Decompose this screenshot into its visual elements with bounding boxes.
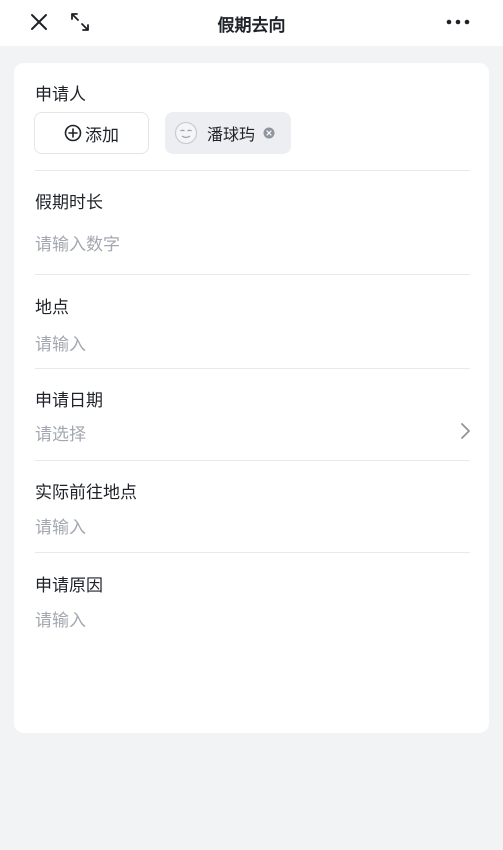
top-bar: 假期去向 <box>0 0 503 46</box>
actual-location-input[interactable]: 请输入 <box>35 513 86 538</box>
remove-applicant-button[interactable] <box>263 127 275 139</box>
close-button[interactable] <box>26 9 52 35</box>
plus-circle-icon <box>64 124 82 142</box>
divider <box>35 552 470 553</box>
form-card: 申请人 添加 潘球玙 假期时长 请输入数字 地点 请输入 申请日期 请选择 实际… <box>14 63 489 733</box>
remove-icon <box>263 127 275 139</box>
apply-date-picker[interactable]: 请选择 <box>35 420 86 445</box>
more-icon <box>446 19 470 25</box>
duration-input[interactable]: 请输入数字 <box>35 230 120 255</box>
divider <box>35 460 470 461</box>
expand-button[interactable] <box>66 8 94 36</box>
more-button[interactable] <box>443 9 473 35</box>
add-applicant-label: 添加 <box>85 125 119 146</box>
close-icon <box>31 14 47 30</box>
apply-date-label: 申请日期 <box>35 391 103 411</box>
add-applicant-button[interactable]: 添加 <box>34 112 149 154</box>
divider <box>35 368 470 369</box>
chevron-right-icon[interactable] <box>459 421 473 441</box>
location-label: 地点 <box>35 298 69 318</box>
location-input[interactable]: 请输入 <box>35 330 86 355</box>
reason-label: 申请原因 <box>35 576 103 596</box>
duration-label: 假期时长 <box>35 193 103 213</box>
applicant-name: 潘球玙 <box>207 125 256 144</box>
actual-location-label: 实际前往地点 <box>35 483 137 503</box>
applicant-label: 申请人 <box>35 85 86 105</box>
reason-input[interactable]: 请输入 <box>35 606 86 631</box>
applicant-chip[interactable]: 潘球玙 <box>165 112 291 154</box>
avatar-icon <box>174 121 198 145</box>
divider <box>35 170 470 171</box>
expand-icon <box>71 13 89 31</box>
divider <box>35 274 470 275</box>
